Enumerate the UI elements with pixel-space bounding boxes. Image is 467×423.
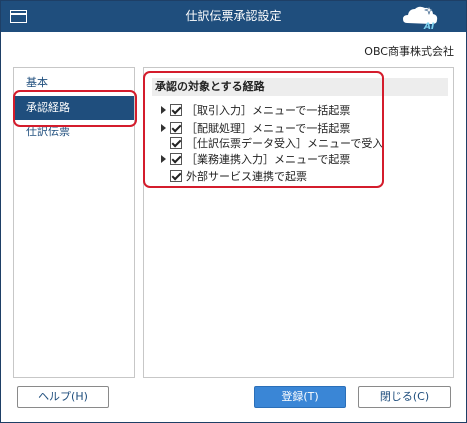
route-checkbox[interactable] xyxy=(170,170,182,182)
dialog-window: 仕訳伝票承認設定 AI OBC商事株式会社 基本 承認経路 仕訳伝票 承認の対象… xyxy=(0,0,467,423)
route-label: ［仕訳伝票データ受入］メニューで受入 xyxy=(186,137,384,150)
expand-spacer xyxy=(159,135,168,151)
route-label: ［配賦処理］メニューで一括起票 xyxy=(186,122,351,135)
help-button[interactable]: ヘルプ(H) xyxy=(17,386,109,408)
route-row: ［仕訳伝票データ受入］メニューで受入 xyxy=(159,135,383,151)
route-checkbox[interactable] xyxy=(170,137,182,149)
expand-spacer xyxy=(159,168,168,184)
sidebar-item-basic[interactable]: 基本 xyxy=(14,71,134,95)
ai-cloud-logo: AI xyxy=(403,5,438,31)
route-label: 外部サービス連携で起票 xyxy=(186,170,307,183)
title-bar[interactable]: 仕訳伝票承認設定 AI xyxy=(1,1,466,32)
route-label: ［業務連携入力］メニューで起票 xyxy=(186,153,351,166)
register-button[interactable]: 登録(T) xyxy=(254,386,346,408)
route-checkbox[interactable] xyxy=(170,153,182,165)
route-row: ［配賦処理］メニューで一括起票 xyxy=(159,120,350,136)
expand-arrow-icon[interactable] xyxy=(159,151,168,167)
route-checkbox[interactable] xyxy=(170,122,182,134)
route-row: ［業務連携入力］メニューで起票 xyxy=(159,151,350,167)
route-row: 外部サービス連携で起票 xyxy=(159,168,307,184)
sidebar: 基本 承認経路 仕訳伝票 xyxy=(13,67,135,378)
sidebar-item-journal-slip[interactable]: 仕訳伝票 xyxy=(14,120,134,144)
ai-logo-text: AI xyxy=(423,22,435,31)
route-row: ［取引入力］メニューで一括起票 xyxy=(159,102,350,118)
sidebar-item-approval-route[interactable]: 承認経路 xyxy=(14,96,134,120)
route-label: ［取引入力］メニューで一括起票 xyxy=(186,104,351,117)
route-checkbox[interactable] xyxy=(170,104,182,116)
window-title: 仕訳伝票承認設定 xyxy=(185,9,282,23)
close-button[interactable]: 閉じる(C) xyxy=(358,386,451,408)
company-name: OBC商事株式会社 xyxy=(364,45,454,58)
expand-arrow-icon[interactable] xyxy=(159,102,168,118)
expand-arrow-icon[interactable] xyxy=(159,120,168,136)
panel-title: 承認の対象とする経路 xyxy=(152,78,448,96)
